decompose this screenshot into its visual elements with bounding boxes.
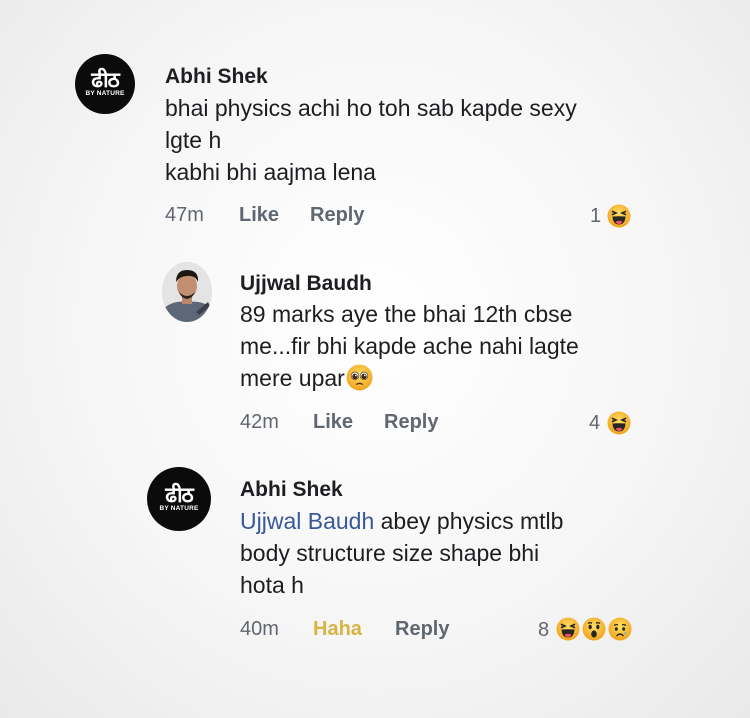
comment-author[interactable]: Ujjwal Baudh [240,272,372,296]
comment-text-line-with-mention: Ujjwal Baudh abey physics mtlb [240,505,563,537]
comment-text-line: lgte h [165,127,222,153]
comment-text: abey physics mtlb [374,508,564,534]
avatar-logo-subtext: BY NATURE [159,505,199,512]
like-button[interactable]: Like [239,204,279,227]
sad-emoji-icon[interactable] [608,617,632,641]
comment-text-line: bhai physics achi ho toh sab kapde sexy [165,95,577,121]
comment-text-line: body structure size shape bhi [240,540,540,566]
comment-timestamp[interactable]: 47m [165,204,204,227]
reaction-count[interactable]: 1 [590,205,601,228]
haha-emoji-icon[interactable] [607,204,631,228]
haha-reaction-button[interactable]: Haha [313,618,362,641]
haha-emoji-icon[interactable] [607,411,631,435]
avatar-logo-text: ढीठ [165,483,193,507]
avatar-logo-subtext: BY NATURE [85,90,125,97]
comment-author[interactable]: Abhi Shek [165,65,268,89]
pleading-emoji-icon [346,364,373,391]
reply-button[interactable]: Reply [395,618,449,641]
comment-text-line: me...fir bhi kapde ache nahi lagte [240,333,579,359]
avatar[interactable]: ढीठ BY NATURE [147,467,211,531]
comment-text-line: hota h [240,572,304,598]
reaction-count[interactable]: 4 [589,412,600,435]
avatar[interactable]: ढीठ BY NATURE [75,54,135,114]
comment-author[interactable]: Abhi Shek [240,478,343,502]
comment-timestamp[interactable]: 42m [240,411,279,434]
like-button[interactable]: Like [313,411,353,434]
comment-text-line: kabhi bhi aajma lena [165,159,376,185]
reaction-count[interactable]: 8 [538,619,549,642]
comment-text-line: 89 marks aye the bhai 12th cbse [240,301,573,327]
wow-emoji-icon[interactable] [582,617,606,641]
comment-timestamp[interactable]: 40m [240,618,279,641]
comment-text-line-with-emoji: mere upar [240,362,373,394]
avatar[interactable] [162,262,212,322]
haha-emoji-icon[interactable] [556,617,580,641]
avatar-logo-text: ढीठ [91,68,119,92]
mention-link[interactable]: Ujjwal Baudh [240,508,374,534]
reply-button[interactable]: Reply [310,204,364,227]
comment-text: mere upar [240,365,345,391]
reply-button[interactable]: Reply [384,411,438,434]
profile-photo-icon [162,262,212,322]
